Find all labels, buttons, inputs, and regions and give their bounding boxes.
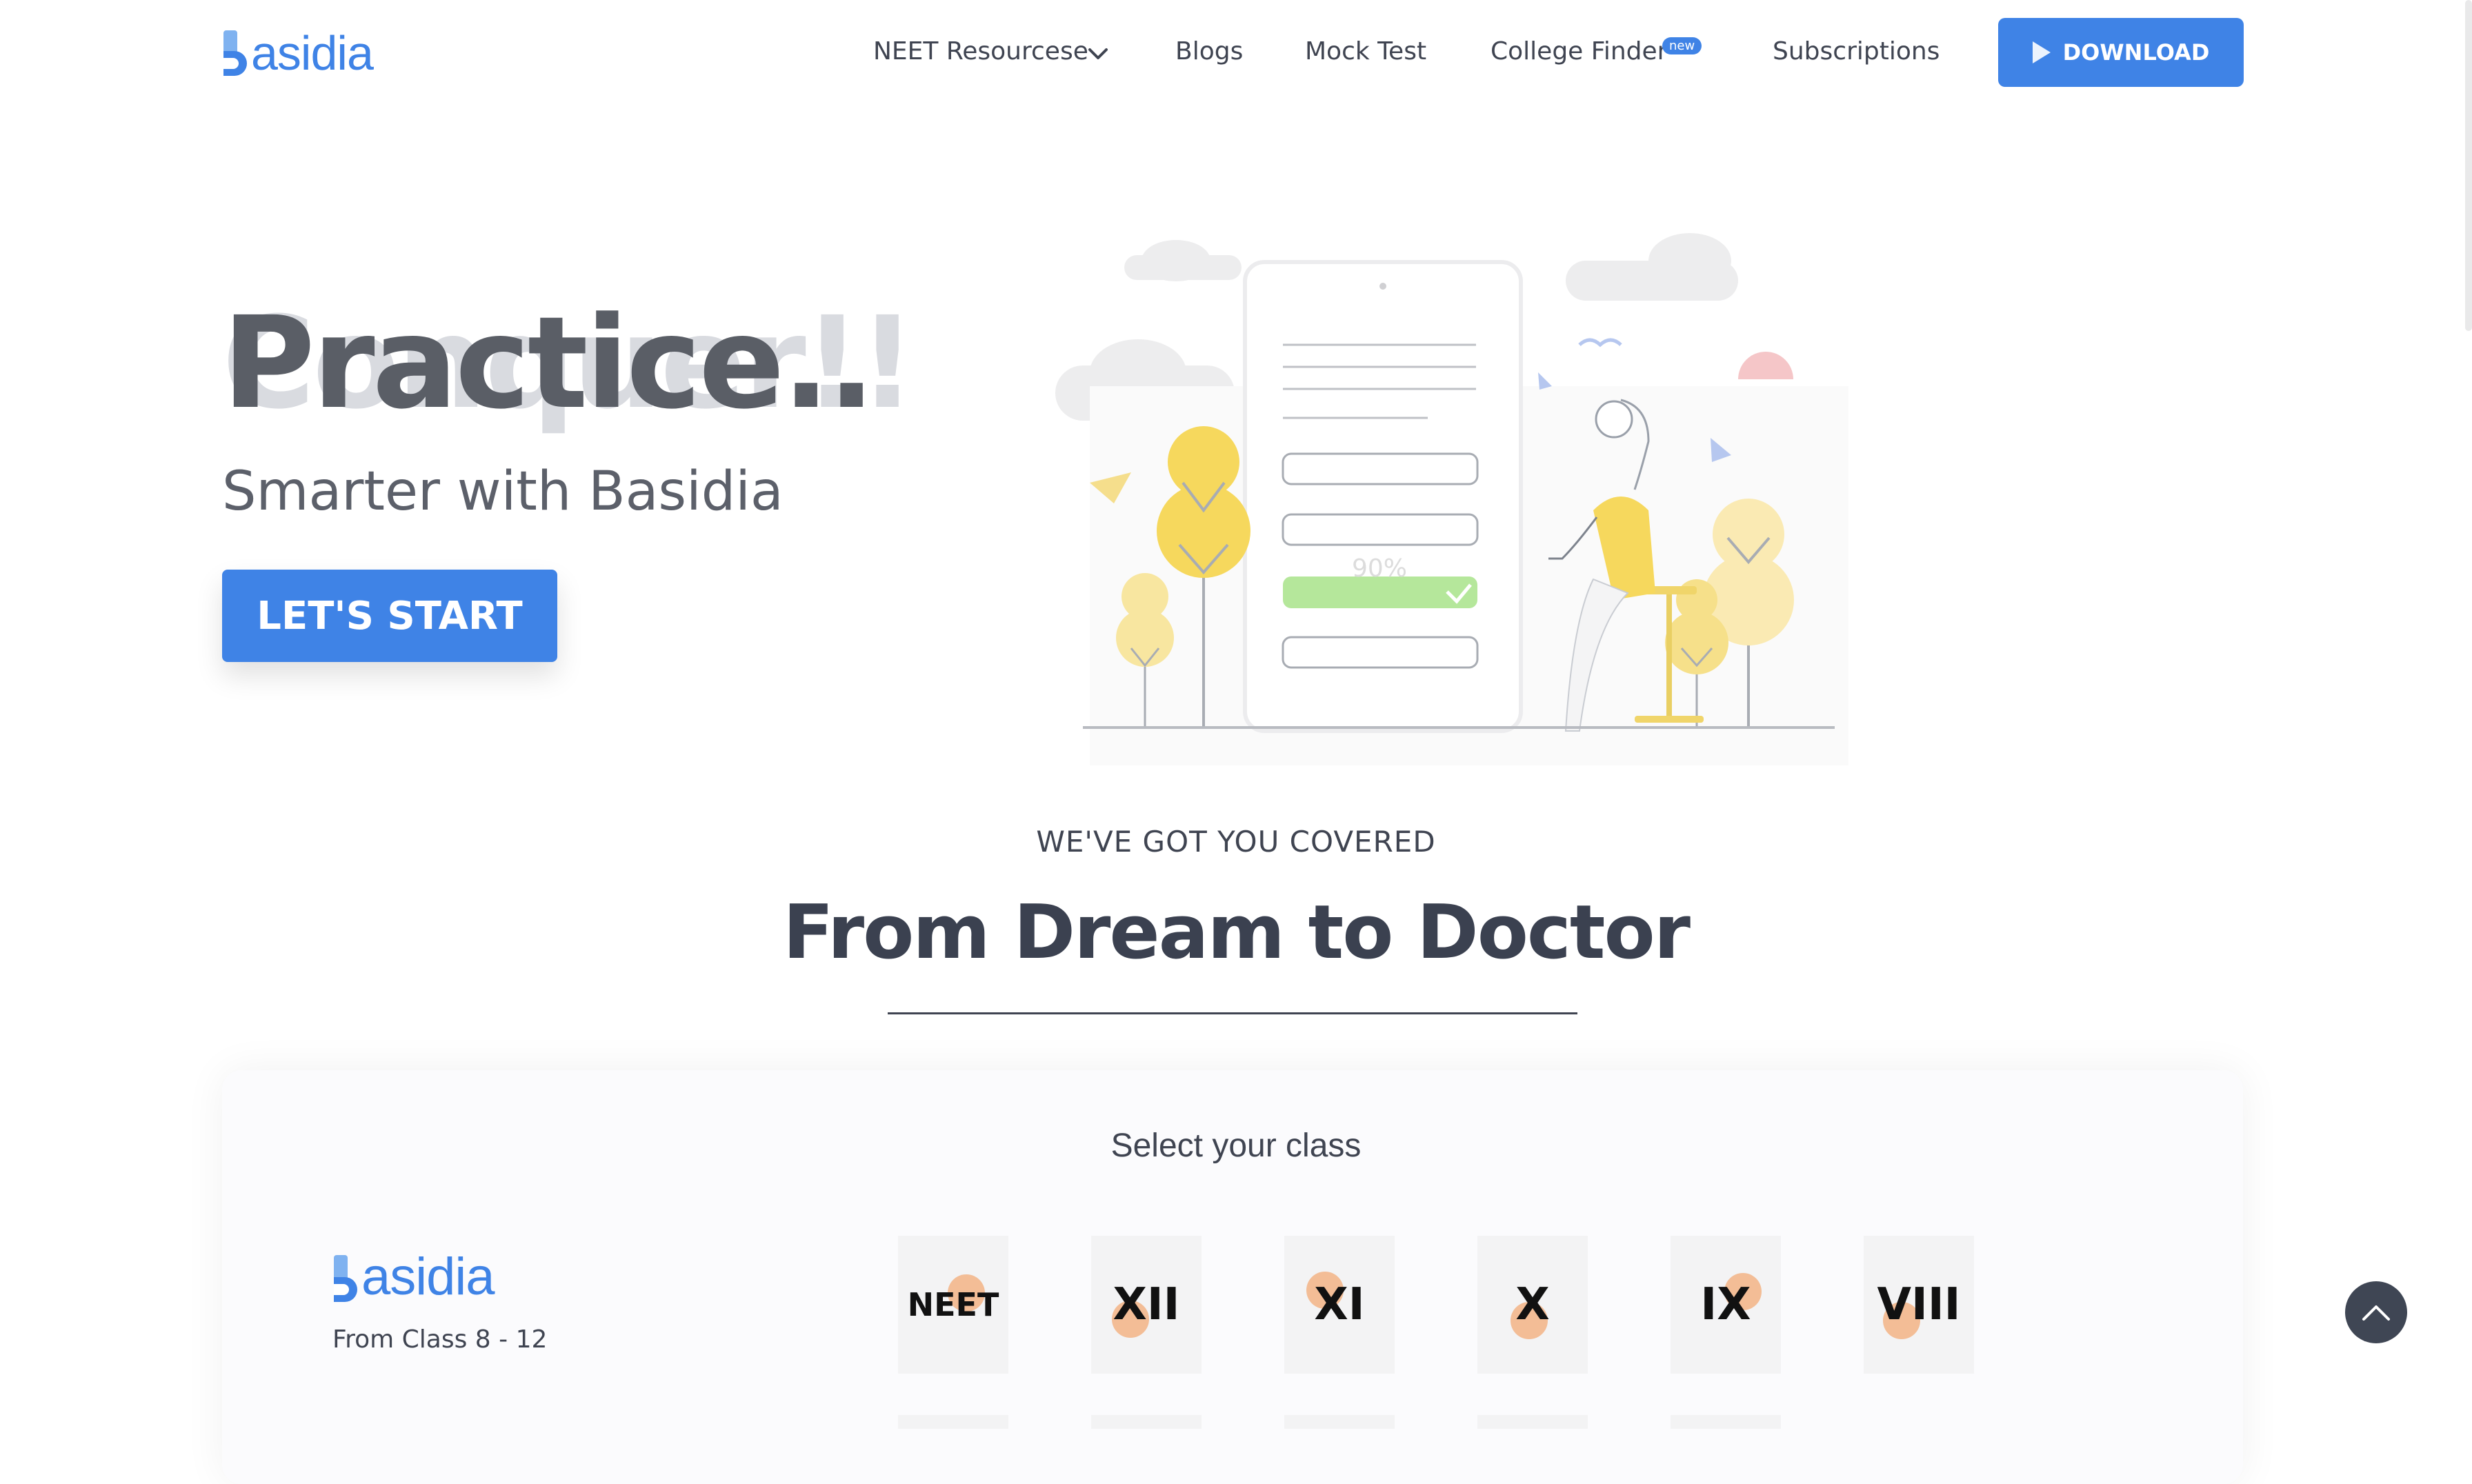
section-eyebrow: WE'VE GOT YOU COVERED	[1036, 825, 1436, 859]
hero-title: Practice..	[222, 290, 876, 437]
class-tile-x[interactable]: X	[1477, 1236, 1588, 1374]
class-tile-row2	[1477, 1415, 1588, 1429]
nav-item-blogs[interactable]: Blogs	[1175, 37, 1243, 66]
class-tile-label: NEET	[907, 1286, 999, 1323]
logo-b-icon	[223, 30, 247, 76]
class-tile-neet[interactable]: NEET	[898, 1236, 1008, 1374]
logo-wordmark: asidia	[251, 26, 374, 80]
new-badge: new	[1662, 37, 1702, 54]
class-tile-ix[interactable]: IX	[1671, 1236, 1781, 1374]
class-tile-label: XII	[1113, 1279, 1180, 1330]
hero-illustration: 90%	[1055, 233, 1848, 765]
class-tile-viii[interactable]: VIII	[1864, 1236, 1974, 1374]
chevron-up-icon	[2362, 1305, 2390, 1321]
card-logo: asidia	[332, 1250, 495, 1305]
class-tile-label: VIII	[1877, 1279, 1961, 1330]
class-tile-xi[interactable]: XI	[1284, 1236, 1395, 1374]
class-tile-row2	[1671, 1415, 1781, 1429]
logo-b-icon	[334, 1255, 357, 1302]
class-tile-label: XI	[1314, 1279, 1365, 1330]
score-text: 90%	[1352, 554, 1407, 583]
class-tile-label: X	[1515, 1279, 1550, 1330]
nav-label-neet-resources: NEET Resourcese	[873, 37, 1088, 66]
play-icon	[2032, 41, 2051, 63]
scroll-to-top-button[interactable]	[2345, 1281, 2407, 1343]
nav-item-mock-test[interactable]: Mock Test	[1305, 37, 1426, 66]
class-tile-xii[interactable]: XII	[1091, 1236, 1202, 1374]
lets-start-button[interactable]: LET'S START	[222, 570, 557, 662]
download-button-label: DOWNLOAD	[2062, 39, 2210, 66]
class-tile-row2	[1284, 1415, 1395, 1429]
hero-subtitle: Smarter with Basidia	[222, 461, 784, 523]
page-scrollbar[interactable]	[2465, 0, 2472, 331]
class-tile-row2	[898, 1415, 1008, 1429]
nav-item-college-finder[interactable]: College Finder	[1491, 37, 1667, 66]
class-selector-title: Select your class	[1110, 1127, 1362, 1164]
class-tile-label: IX	[1700, 1279, 1751, 1330]
nav-item-subscriptions[interactable]: Subscriptions	[1773, 37, 1940, 66]
top-navbar: asidia NEET Resourcese Blogs Mock Test C…	[0, 0, 2472, 110]
heading-divider	[888, 1012, 1577, 1014]
class-tile-row2	[1091, 1415, 1202, 1429]
brand-logo[interactable]: asidia	[222, 26, 374, 80]
card-logo-wordmark: asidia	[361, 1247, 495, 1306]
download-button[interactable]: DOWNLOAD	[1998, 18, 2244, 87]
class-range-label: From Class 8 - 12	[332, 1325, 548, 1354]
chevron-down-icon[interactable]	[1087, 47, 1109, 61]
section-heading: From Dream to Doctor	[782, 890, 1691, 976]
